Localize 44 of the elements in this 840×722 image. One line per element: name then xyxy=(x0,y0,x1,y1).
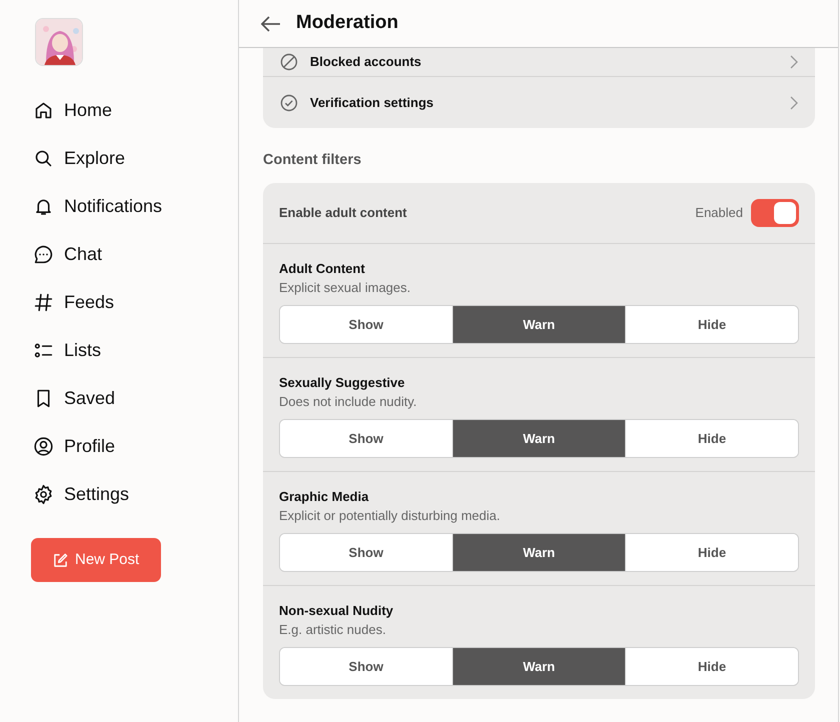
sidebar-nav-link[interactable]: Settings xyxy=(31,470,238,518)
sidebar-nav-link[interactable]: Explore xyxy=(31,134,238,182)
blocked-icon xyxy=(280,53,298,71)
segment-option[interactable]: Hide xyxy=(625,534,798,571)
filter-title: Adult Content xyxy=(279,260,366,278)
toggle-label: Enable adult content xyxy=(279,204,408,222)
back-arrow-icon[interactable] xyxy=(261,16,281,32)
segment-option[interactable]: Warn xyxy=(452,306,625,343)
segment-option[interactable]: Hide xyxy=(625,306,798,343)
settings-icon xyxy=(33,484,54,504)
settings-row[interactable]: Blocked accounts xyxy=(263,48,815,76)
settings-row[interactable]: Verification settings xyxy=(263,76,815,128)
profile-icon xyxy=(33,436,54,456)
filter-description: Explicit sexual images. xyxy=(279,279,412,298)
section-heading: Content filters xyxy=(263,151,362,170)
filter-title: Non-sexual Nudity xyxy=(279,602,394,620)
page-title: Moderation xyxy=(296,12,398,35)
home-icon xyxy=(33,100,54,120)
segment-option[interactable]: Warn xyxy=(452,420,625,457)
segment-option[interactable]: Hide xyxy=(625,648,798,685)
filter-description: Does not include nudity. xyxy=(279,393,418,412)
sidebar-nav-link[interactable]: Profile xyxy=(31,422,238,470)
hash-icon xyxy=(33,292,54,312)
segment-option[interactable]: Warn xyxy=(452,648,625,685)
sidebar-nav-link[interactable]: Notifications xyxy=(31,182,238,230)
toggle-state-label: Enabled xyxy=(695,204,743,222)
sidebar-nav-link[interactable]: Feeds xyxy=(31,278,238,326)
filter-description: E.g. artistic nudes. xyxy=(279,621,387,640)
chevron-right-icon xyxy=(790,55,798,69)
segment-option[interactable]: Hide xyxy=(625,420,798,457)
filter-title: Graphic Media xyxy=(279,488,370,506)
sidebar-nav-link[interactable]: Lists xyxy=(31,326,238,374)
chat-bubble-icon xyxy=(33,244,54,264)
sidebar-nav-link[interactable]: Saved xyxy=(31,374,238,422)
sidebar-nav-link[interactable]: Chat xyxy=(31,230,238,278)
segment-option[interactable]: Warn xyxy=(452,534,625,571)
search-icon xyxy=(33,148,54,168)
edit-icon xyxy=(53,552,68,568)
filter-description: Explicit or potentially disturbing media. xyxy=(279,507,502,526)
check-circle-icon xyxy=(280,94,298,112)
toggle-switch[interactable] xyxy=(751,198,799,227)
sidebar-nav-link[interactable]: Home xyxy=(31,86,238,134)
chevron-right-icon xyxy=(790,96,798,110)
filter-title: Sexually Suggestive xyxy=(279,374,406,392)
